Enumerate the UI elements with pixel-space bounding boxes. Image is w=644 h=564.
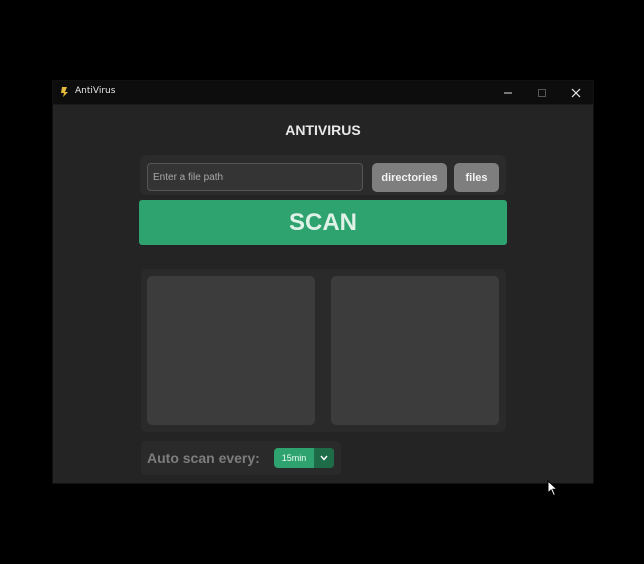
files-button[interactable]: files bbox=[454, 163, 499, 192]
page-title: ANTIVIRUS bbox=[285, 122, 361, 138]
chevron-down-icon[interactable] bbox=[314, 448, 334, 468]
results-box-right bbox=[331, 276, 499, 425]
window-title: AntiVirus bbox=[75, 86, 116, 96]
close-button[interactable] bbox=[559, 81, 593, 104]
auto-scan-interval-dropdown[interactable]: 15min bbox=[274, 448, 334, 468]
results-box-left bbox=[147, 276, 315, 425]
title-bar[interactable]: AntiVirus bbox=[53, 81, 593, 105]
close-icon bbox=[571, 88, 581, 97]
minimize-button[interactable] bbox=[491, 81, 525, 104]
minimize-icon bbox=[504, 92, 512, 93]
file-path-input[interactable] bbox=[147, 163, 363, 191]
maximize-button[interactable] bbox=[525, 81, 559, 104]
directories-button[interactable]: directories bbox=[372, 163, 447, 192]
maximize-icon bbox=[538, 88, 546, 97]
auto-scan-label: Auto scan every: bbox=[147, 450, 260, 466]
app-window: AntiVirus ANTIVIRUS directories files SC… bbox=[53, 81, 593, 483]
mouse-cursor-icon bbox=[547, 480, 559, 497]
dropdown-value: 15min bbox=[281, 453, 307, 463]
app-icon bbox=[61, 87, 68, 97]
scan-button[interactable]: SCAN bbox=[139, 200, 507, 245]
